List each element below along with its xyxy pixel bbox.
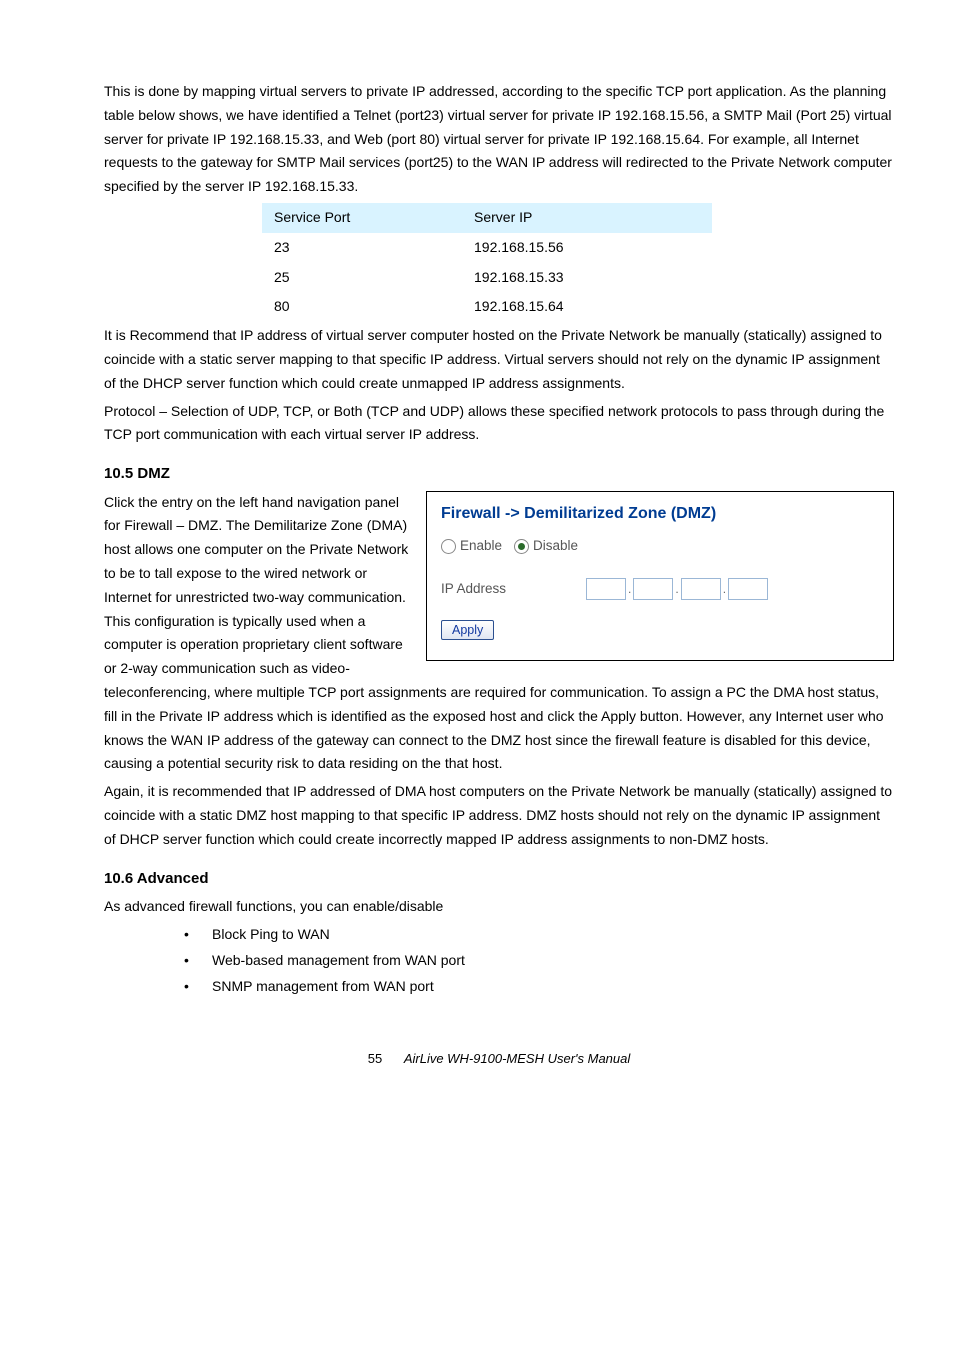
header-port: Service Port bbox=[274, 206, 474, 230]
disable-radio[interactable] bbox=[514, 539, 529, 554]
cell-ip: 192.168.15.56 bbox=[474, 236, 712, 260]
cell-port: 23 bbox=[274, 236, 474, 260]
page-footer: 55 AirLive WH-9100-MESH User's Manual bbox=[104, 1048, 894, 1070]
intro-paragraph: This is done by mapping virtual servers … bbox=[104, 80, 894, 199]
protocol-paragraph: Protocol – Selection of UDP, TCP, or Bot… bbox=[104, 400, 894, 448]
apply-button[interactable]: Apply bbox=[441, 620, 494, 640]
enable-label: Enable bbox=[460, 535, 502, 558]
table-row: 80 192.168.15.64 bbox=[262, 292, 712, 322]
cell-ip: 192.168.15.64 bbox=[474, 295, 712, 319]
heading-dmz: 10.5 DMZ bbox=[104, 461, 894, 487]
dot-separator: . bbox=[628, 579, 631, 599]
advanced-bullet-list: Block Ping to WAN Web-based management f… bbox=[104, 923, 894, 998]
after-table-paragraph: It is Recommend that IP address of virtu… bbox=[104, 324, 894, 395]
panel-title: Firewall -> Demilitarized Zone (DMZ) bbox=[441, 500, 879, 527]
dmz-again-paragraph: Again, it is recommended that IP address… bbox=[104, 780, 894, 851]
list-item: Block Ping to WAN bbox=[184, 923, 894, 947]
dot-separator: . bbox=[675, 579, 678, 599]
ip-octet-4[interactable] bbox=[728, 578, 768, 600]
dot-separator: . bbox=[723, 579, 726, 599]
table-row: 23 192.168.15.56 bbox=[262, 233, 712, 263]
cell-port: 25 bbox=[274, 266, 474, 290]
ip-address-label: IP Address bbox=[441, 578, 506, 601]
table-row: 25 192.168.15.33 bbox=[262, 263, 712, 293]
ip-address-input-group: . . . bbox=[586, 578, 768, 600]
header-ip: Server IP bbox=[474, 206, 712, 230]
table-header-row: Service Port Server IP bbox=[262, 203, 712, 233]
ip-octet-3[interactable] bbox=[681, 578, 721, 600]
enable-radio[interactable] bbox=[441, 539, 456, 554]
advanced-intro-paragraph: As advanced firewall functions, you can … bbox=[104, 895, 894, 919]
heading-advanced: 10.6 Advanced bbox=[104, 866, 894, 892]
list-item: SNMP management from WAN port bbox=[184, 975, 894, 999]
manual-title: AirLive WH-9100-MESH User's Manual bbox=[404, 1051, 630, 1066]
ip-octet-2[interactable] bbox=[633, 578, 673, 600]
cell-port: 80 bbox=[274, 295, 474, 319]
list-item: Web-based management from WAN port bbox=[184, 949, 894, 973]
disable-label: Disable bbox=[533, 535, 578, 558]
dmz-config-panel: Firewall -> Demilitarized Zone (DMZ) Ena… bbox=[426, 491, 894, 661]
ip-octet-1[interactable] bbox=[586, 578, 626, 600]
cell-ip: 192.168.15.33 bbox=[474, 266, 712, 290]
servers-table: Service Port Server IP 23 192.168.15.56 … bbox=[262, 203, 712, 322]
page-number: 55 bbox=[368, 1051, 382, 1066]
